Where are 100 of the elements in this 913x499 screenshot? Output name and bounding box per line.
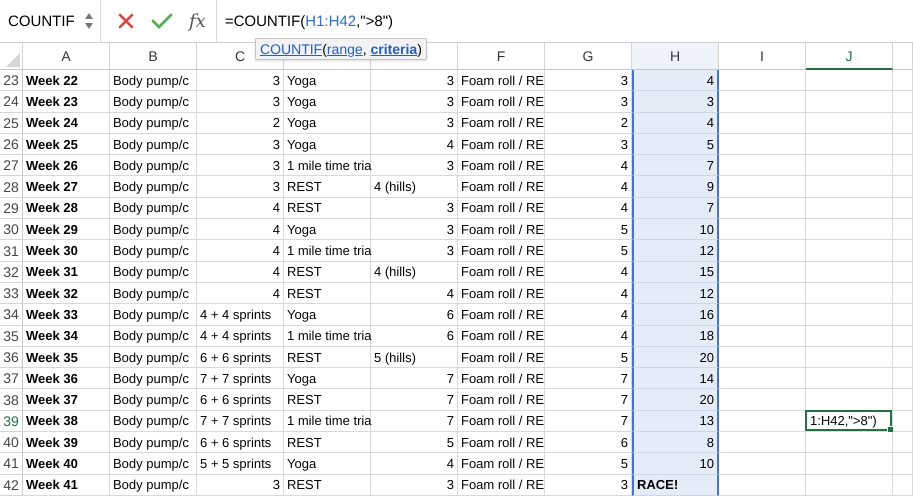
table-cell: Foam roll / RE: [458, 326, 545, 347]
table-cell: Foam roll / RE: [458, 282, 545, 304]
table-cell: 10: [632, 453, 719, 475]
table-cell: Yoga: [284, 134, 371, 156]
table-cell: 12: [632, 282, 719, 304]
table-cell: 18: [632, 326, 719, 347]
table-cell: Body pump/c: [110, 219, 197, 240]
table-cell: Week 35: [23, 346, 110, 368]
table-cell: 7 + 7 sprints: [197, 368, 284, 390]
table-cell: 15: [632, 262, 719, 283]
table-cell: Body pump/c: [110, 474, 197, 496]
table-cell: Week 22: [23, 70, 110, 92]
table-cell: Week 38: [23, 410, 110, 432]
table-cell: 4: [197, 282, 284, 304]
function-tooltip: COUNTIF(range, criteria): [255, 38, 427, 60]
table-cell: Week 31: [23, 262, 110, 283]
table-cell: Week 37: [23, 389, 110, 411]
table-cell: 7: [632, 198, 719, 220]
table-cell: 13: [632, 410, 719, 432]
table-cell: Foam roll / RE: [458, 432, 545, 454]
table-cell: Body pump/c: [110, 91, 197, 113]
table-cell: 3: [197, 134, 284, 156]
table-cell: 2: [197, 112, 284, 134]
table-cell: Foam roll / RE: [458, 474, 545, 496]
table-cell: 6: [371, 304, 458, 326]
table-cell: Foam roll / RE: [458, 389, 545, 411]
table-cell: Body pump/c: [110, 453, 197, 475]
table-cell: REST: [284, 176, 371, 198]
table-cell: Foam roll / RE: [458, 453, 545, 475]
table-cell: 7: [371, 368, 458, 390]
table-cell: Body pump/c: [110, 410, 197, 432]
table-cell: 4: [371, 282, 458, 304]
table-cell: Week 23: [23, 91, 110, 113]
table-cell: 8: [632, 432, 719, 454]
table-cell: 3: [371, 155, 458, 176]
table-cell: Body pump/c: [110, 326, 197, 347]
table-cell: 5 (hills): [371, 346, 458, 368]
table-cell: Week 26: [23, 155, 110, 176]
table-cell: 5: [371, 432, 458, 454]
table-cell: 6 + 6 sprints: [197, 346, 284, 368]
table-cell: 9: [632, 176, 719, 198]
table-cell: 6 + 6 sprints: [197, 432, 284, 454]
table-cell: Yoga: [284, 304, 371, 326]
table-cell: Week 39: [23, 432, 110, 454]
table-cell: Yoga: [284, 219, 371, 240]
table-cell: 4 (hills): [371, 176, 458, 198]
table-cell: Foam roll / RE: [458, 368, 545, 390]
table-cell: Foam roll / RE: [458, 134, 545, 156]
table-cell: Foam roll / RE: [458, 410, 545, 432]
table-cell: 4: [632, 112, 719, 134]
table-cell: Week 24: [23, 112, 110, 134]
table-cell: Week 36: [23, 368, 110, 390]
table-cell: REST: [284, 432, 371, 454]
table-cell: 14: [632, 368, 719, 390]
table-cell: Foam roll / RE: [458, 91, 545, 113]
table-cell: 12: [632, 240, 719, 262]
table-cell: 3: [371, 112, 458, 134]
table-cell: 20: [632, 346, 719, 368]
table-cell: 3: [371, 474, 458, 496]
table-cell: 3: [197, 91, 284, 113]
table-cell: 1 mile time tria: [284, 410, 371, 432]
table-cell: REST: [284, 262, 371, 283]
table-cell: Body pump/c: [110, 304, 197, 326]
table-cell: 4 (hills): [371, 262, 458, 283]
table-cell: REST: [284, 389, 371, 411]
table-cell: Body pump/c: [110, 176, 197, 198]
table-cell: Foam roll / RE: [458, 346, 545, 368]
table-cell: 6: [371, 326, 458, 347]
table-cell: Foam roll / RE: [458, 176, 545, 198]
table-cell: 7 + 7 sprints: [197, 410, 284, 432]
table-cell: Foam roll / RE: [458, 304, 545, 326]
table-cell: 4: [197, 219, 284, 240]
table-cell: 16: [632, 304, 719, 326]
table-cell: Foam roll / RE: [458, 70, 545, 92]
table-cell: Week 29: [23, 219, 110, 240]
table-cell: Body pump/c: [110, 368, 197, 390]
table-cell: 3: [371, 70, 458, 92]
table-cell: 4: [197, 240, 284, 262]
table-cell: Week 33: [23, 304, 110, 326]
table-cell: Body pump/c: [110, 70, 197, 92]
table-cell: 1 mile time tria: [284, 155, 371, 176]
table-cell: REST: [284, 282, 371, 304]
table-cell: Body pump/c: [110, 282, 197, 304]
table-cell: 4: [371, 453, 458, 475]
table-cell: Foam roll / RE: [458, 262, 545, 283]
table-cell: 4: [197, 198, 284, 220]
table-cell: 7: [632, 155, 719, 176]
table-cell: Foam roll / RE: [458, 112, 545, 134]
table-cell: Yoga: [284, 453, 371, 475]
table-cell: Week 41: [23, 474, 110, 496]
table-cell: Week 32: [23, 282, 110, 304]
table-cell: Yoga: [284, 112, 371, 134]
table-cell: 6 + 6 sprints: [197, 389, 284, 411]
table-cell: Body pump/c: [110, 346, 197, 368]
table-cell: 3: [371, 219, 458, 240]
table-cell: Foam roll / RE: [458, 198, 545, 220]
table-cell: Foam roll / RE: [458, 219, 545, 240]
table-cell: 20: [632, 389, 719, 411]
table-cell: Week 34: [23, 326, 110, 347]
table-cell: Week 27: [23, 176, 110, 198]
